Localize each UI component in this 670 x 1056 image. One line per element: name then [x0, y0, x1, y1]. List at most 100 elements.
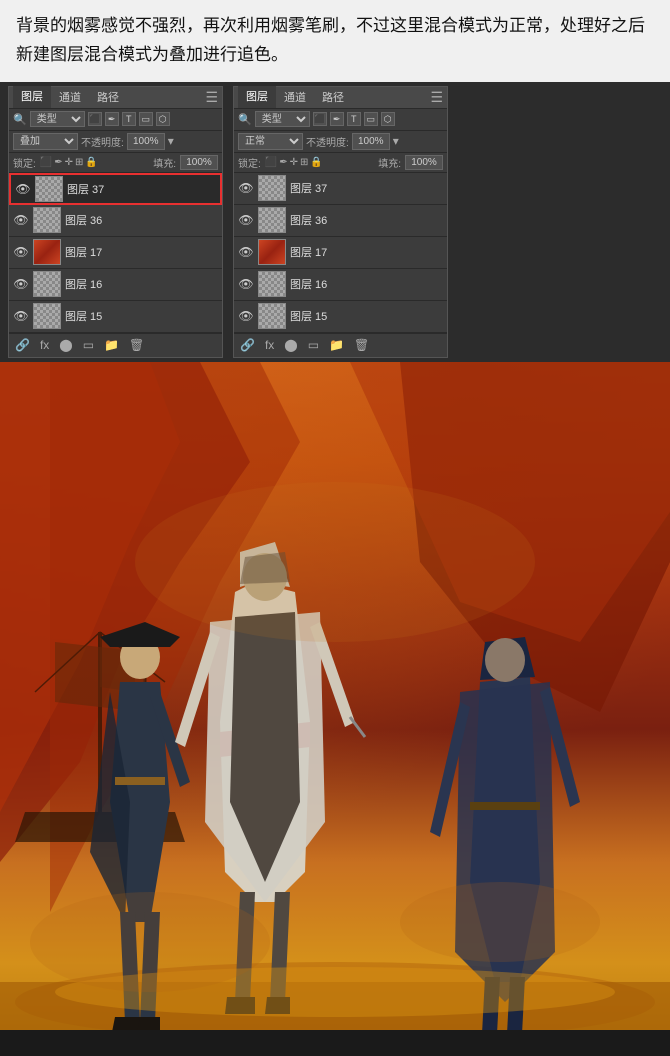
panel-menu-icon-right[interactable]: ☰	[430, 89, 443, 106]
panel-tabs-left: 图层 通道 路径 ☰	[9, 87, 222, 109]
delete-icon-left[interactable]: 🗑	[127, 338, 146, 352]
layer-item-37-left[interactable]: 👁 图层 37	[9, 173, 222, 205]
lock-paint-icon[interactable]: ✒	[54, 157, 62, 168]
layer-name-17-right: 图层 17	[290, 244, 443, 260]
layer-item-37-right[interactable]: 👁 图层 37	[234, 173, 447, 205]
lock-transparent-icon-r[interactable]: ⬛	[265, 157, 277, 168]
blend-mode-select-left[interactable]: 叠加 正常 正片叠底 滤色	[13, 133, 78, 150]
layer-name-37-left: 图层 37	[67, 181, 216, 197]
layer-item-16-right[interactable]: 👁 图层 16	[234, 269, 447, 301]
filter-btn-r1[interactable]: ⬛	[313, 112, 327, 126]
tab-layers-left[interactable]: 图层	[13, 86, 51, 108]
filter-btn-r3[interactable]: T	[347, 112, 361, 126]
opacity-dropdown-right[interactable]: ▾	[393, 134, 399, 148]
layer-thumb-17-right	[258, 239, 286, 265]
layer-name-16-right: 图层 16	[290, 276, 443, 292]
filter-btn-5[interactable]: ⬡	[156, 112, 170, 126]
filter-btn-r5[interactable]: ⬡	[381, 112, 395, 126]
lock-row-left: 锁定: ⬛ ✒ ✛ ⊞ 🔒 填充: 100%	[9, 153, 222, 173]
filter-row-right: 🔍 类型 ⬛ ✒ T ▭ ⬡	[234, 109, 447, 131]
filter-btn-4[interactable]: ▭	[139, 112, 153, 126]
layer-name-36-right: 图层 36	[290, 212, 443, 228]
panel-menu-icon-left[interactable]: ☰	[205, 89, 218, 106]
tab-channels-left[interactable]: 通道	[51, 87, 89, 107]
layer-thumb-15-right	[258, 303, 286, 329]
layer-item-17-left[interactable]: 👁 图层 17	[9, 237, 222, 269]
fx-icon-left[interactable]: fx	[38, 338, 51, 352]
mask-icon-left[interactable]: ⬤	[57, 338, 74, 352]
fill-value-right[interactable]: 100%	[405, 155, 443, 170]
left-layers-panel: 图层 通道 路径 ☰ 🔍 类型 ⬛ ✒ T ▭ ⬡ 叠加 正常 正片叠底 滤色	[8, 86, 223, 358]
instruction-text: 背景的烟雾感觉不强烈，再次利用烟雾笔刷，不过这里混合模式为正常，处理好之后新建图…	[0, 0, 670, 82]
lock-position-icon[interactable]: ✛	[65, 157, 73, 168]
layer-item-36-left[interactable]: 👁 图层 36	[9, 205, 222, 237]
layer-name-16-left: 图层 16	[65, 276, 218, 292]
lock-transparent-icon[interactable]: ⬛	[40, 157, 52, 168]
lock-icons-left: ⬛ ✒ ✛ ⊞ 🔒	[40, 157, 98, 168]
lock-all-icon-r[interactable]: 🔒	[310, 157, 322, 168]
layer-list-left: 👁 图层 37 👁 图层 36 👁 图层 17	[9, 173, 222, 333]
lock-row-right: 锁定: ⬛ ✒ ✛ ⊞ 🔒 填充: 100%	[234, 153, 447, 173]
layer-visibility-15-left[interactable]: 👁	[13, 308, 29, 324]
blend-mode-select-right[interactable]: 正常 叠加 正片叠底 滤色	[238, 133, 303, 150]
mask-icon-right[interactable]: ⬤	[282, 338, 299, 352]
filter-btn-3[interactable]: T	[122, 112, 136, 126]
fx-icon-right[interactable]: fx	[263, 338, 276, 352]
layer-thumb-17-left	[33, 239, 61, 265]
opacity-value-right[interactable]: 100%	[352, 133, 390, 150]
layer-visibility-36-left[interactable]: 👁	[13, 212, 29, 228]
lock-artboard-icon[interactable]: ⊞	[75, 157, 83, 168]
filter-btn-1[interactable]: ⬛	[88, 112, 102, 126]
layer-visibility-37-right[interactable]: 👁	[238, 180, 254, 196]
group-icon-right[interactable]: 📁	[327, 338, 346, 352]
lock-artboard-icon-r[interactable]: ⊞	[300, 157, 308, 168]
layer-visibility-17-right[interactable]: 👁	[238, 244, 254, 260]
layer-item-36-right[interactable]: 👁 图层 36	[234, 205, 447, 237]
adjustment-icon-left[interactable]: ▭	[81, 338, 96, 352]
layer-item-16-left[interactable]: 👁 图层 16	[9, 269, 222, 301]
instruction-content: 背景的烟雾感觉不强烈，再次利用烟雾笔刷，不过这里混合模式为正常，处理好之后新建图…	[16, 16, 645, 64]
assassins-artwork	[0, 362, 670, 1030]
layer-thumb-36-right	[258, 207, 286, 233]
filter-btn-2[interactable]: ✒	[105, 112, 119, 126]
layer-item-15-right[interactable]: 👁 图层 15	[234, 301, 447, 333]
layer-visibility-36-right[interactable]: 👁	[238, 212, 254, 228]
lock-position-icon-r[interactable]: ✛	[290, 157, 298, 168]
opacity-dropdown-left[interactable]: ▾	[168, 134, 174, 148]
search-icon-right: 🔍	[238, 113, 252, 126]
layer-item-17-right[interactable]: 👁 图层 17	[234, 237, 447, 269]
tab-channels-right[interactable]: 通道	[276, 87, 314, 107]
opacity-value-left[interactable]: 100%	[127, 133, 165, 150]
layer-thumb-37-left	[35, 176, 63, 202]
layer-name-37-right: 图层 37	[290, 180, 443, 196]
filter-btn-r4[interactable]: ▭	[364, 112, 378, 126]
fill-label-left: 填充:	[153, 155, 176, 170]
layer-thumb-36-left	[33, 207, 61, 233]
delete-icon-right[interactable]: 🗑	[352, 338, 371, 352]
tab-paths-left[interactable]: 路径	[89, 87, 127, 107]
filter-type-select-left[interactable]: 类型	[30, 111, 85, 127]
adjustment-icon-right[interactable]: ▭	[306, 338, 321, 352]
opacity-label-left: 不透明度:	[81, 134, 124, 149]
layer-item-15-left[interactable]: 👁 图层 15	[9, 301, 222, 333]
filter-btn-r2[interactable]: ✒	[330, 112, 344, 126]
lock-icons-right: ⬛ ✒ ✛ ⊞ 🔒	[265, 157, 323, 168]
tab-layers-right[interactable]: 图层	[238, 86, 276, 108]
layer-visibility-17-left[interactable]: 👁	[13, 244, 29, 260]
bottom-bar-right: 🔗 fx ⬤ ▭ 📁 🗑	[234, 333, 447, 357]
layer-visibility-37-left[interactable]: 👁	[15, 181, 31, 197]
panel-tabs-right: 图层 通道 路径 ☰	[234, 87, 447, 109]
link-icon-left[interactable]: 🔗	[13, 338, 32, 352]
layer-visibility-15-right[interactable]: 👁	[238, 308, 254, 324]
layer-name-17-left: 图层 17	[65, 244, 218, 260]
search-icon-left: 🔍	[13, 113, 27, 126]
layer-visibility-16-left[interactable]: 👁	[13, 276, 29, 292]
tab-paths-right[interactable]: 路径	[314, 87, 352, 107]
group-icon-left[interactable]: 📁	[102, 338, 121, 352]
lock-all-icon[interactable]: 🔒	[85, 157, 97, 168]
layer-visibility-16-right[interactable]: 👁	[238, 276, 254, 292]
filter-type-select-right[interactable]: 类型	[255, 111, 310, 127]
lock-paint-icon-r[interactable]: ✒	[279, 157, 287, 168]
fill-value-left[interactable]: 100%	[180, 155, 218, 170]
link-icon-right[interactable]: 🔗	[238, 338, 257, 352]
